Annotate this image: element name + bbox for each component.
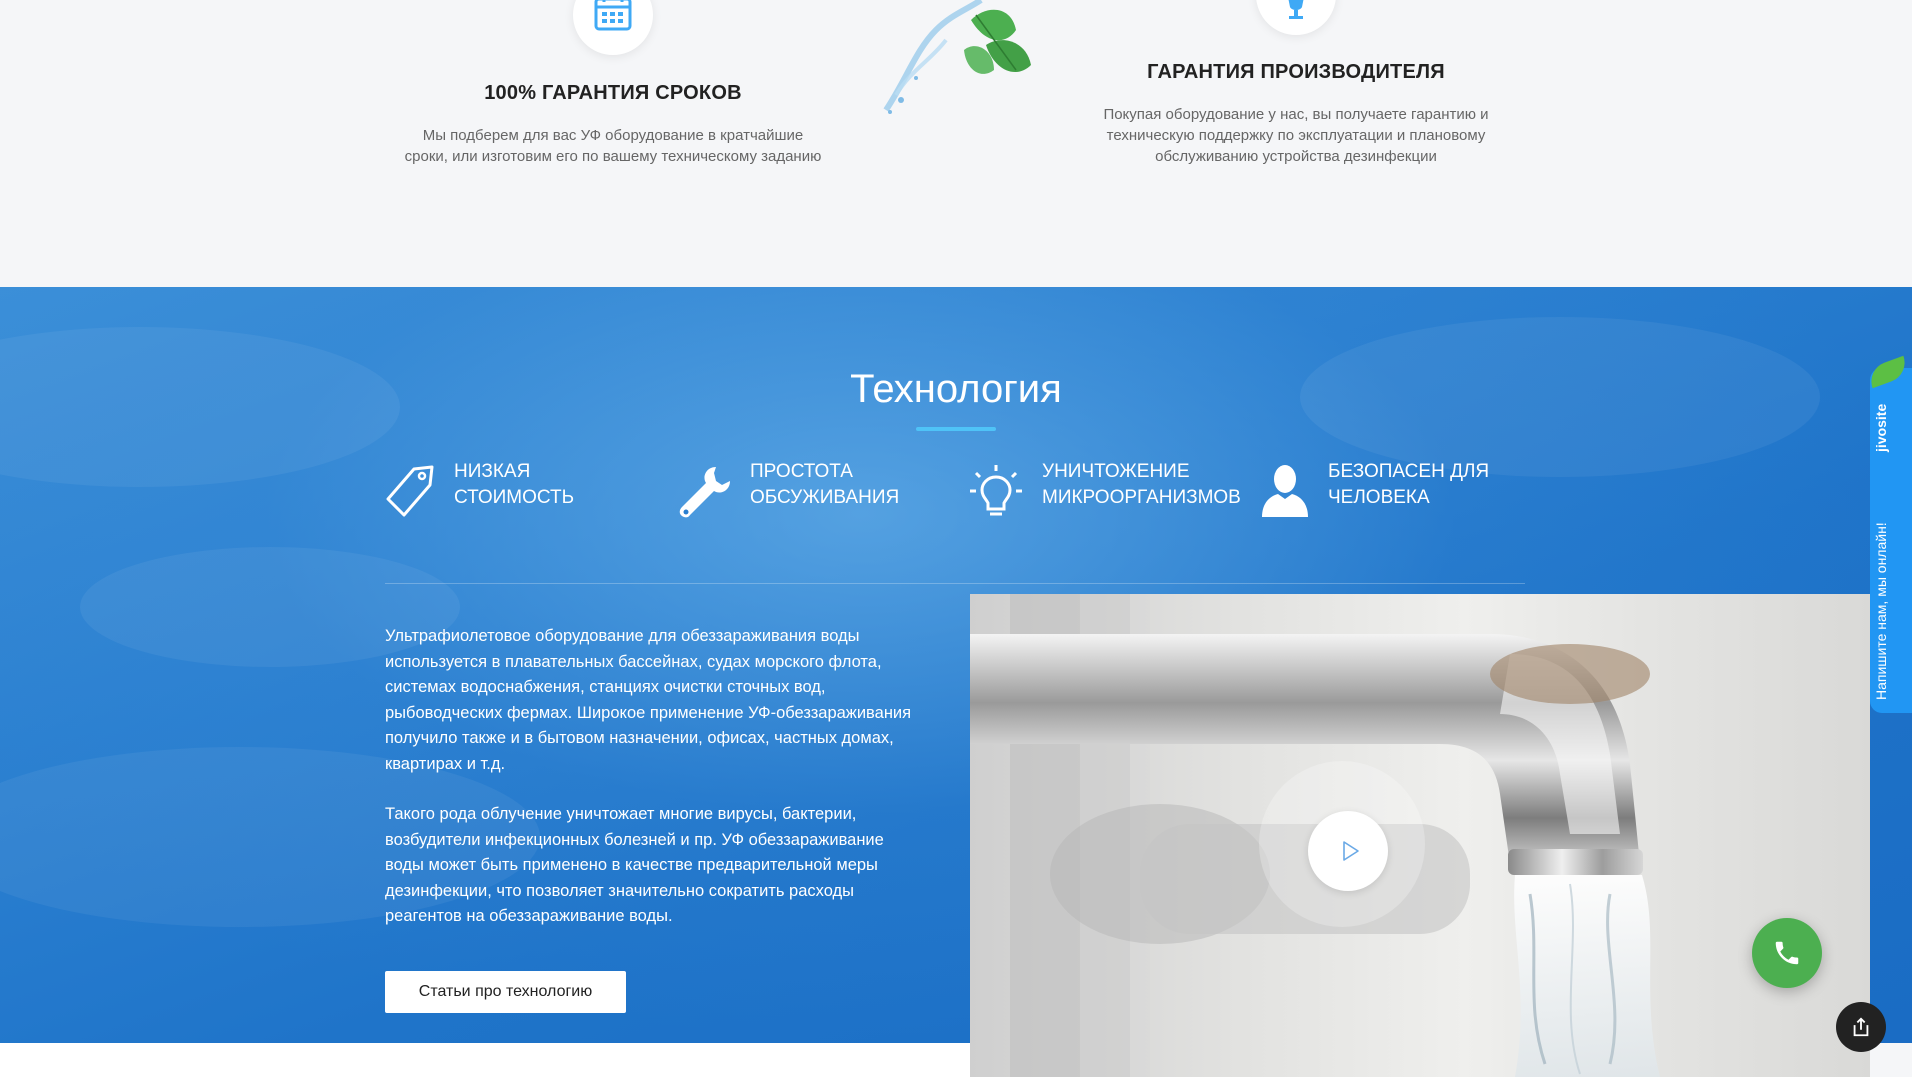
wrench-icon [679, 467, 730, 518]
chat-widget-label: Напишите нам, мы онлайн! [1873, 522, 1889, 700]
page-bottom-strip [0, 1043, 970, 1077]
person-icon [1262, 465, 1308, 517]
lightbulb-icon [970, 465, 1022, 516]
feature-text-deadlines: Мы подберем для вас УФ оборудование в кр… [404, 127, 822, 165]
guarantees-section: 100% ГАРАНТИЯ СРОКОВ Мы подберем для вас… [0, 0, 1912, 287]
title-underline [916, 427, 996, 431]
tech-item-microorganisms: УНИЧТОЖЕНИЕ МИКРООРГАНИЗМОВ [1042, 461, 1241, 508]
feature-title-manufacturer: ГАРАНТИЯ ПРОИЗВОДИТЕЛЯ [1147, 61, 1445, 83]
award-icon-circle [1256, 0, 1336, 35]
calendar-icon-circle [573, 0, 653, 55]
tech-item-safe-for-humans: БЕЗОПАСЕН ДЛЯ ЧЕЛОВЕКА [1328, 461, 1490, 508]
tech-paragraph-2: Такого рода облучение уничтожает многие … [385, 805, 884, 925]
feature-text-manufacturer: Покупая оборудование у нас, вы получаете… [1103, 106, 1489, 165]
share-button[interactable] [1836, 1002, 1886, 1052]
play-button[interactable] [1308, 811, 1388, 891]
chat-brand-label: jivosite [1873, 403, 1889, 452]
section-divider [385, 583, 1525, 584]
calendar-icon [594, 0, 632, 31]
video-panel[interactable] [970, 594, 1870, 1077]
price-tag-icon [386, 465, 434, 517]
tech-item-easy-maintenance: ПРОСТОТА ОБСУЖИВАНИЯ [750, 461, 900, 508]
tech-paragraph-1: Ультрафиолетовое оборудование для обезза… [385, 627, 912, 773]
award-icon [1288, 0, 1304, 19]
feature-title-deadlines: 100% ГАРАНТИЯ СРОКОВ [484, 82, 742, 104]
share-icon [1853, 1017, 1869, 1037]
phone-icon [1775, 941, 1799, 965]
callback-button[interactable] [1752, 918, 1822, 988]
water-splash-image [876, 0, 1056, 118]
tech-item-low-cost: НИЗКАЯ СТОИМОСТЬ [454, 461, 575, 508]
section-title: Технология [850, 367, 1062, 411]
articles-button[interactable]: Статьи про технологию [385, 971, 626, 1013]
play-icon [1343, 841, 1359, 861]
